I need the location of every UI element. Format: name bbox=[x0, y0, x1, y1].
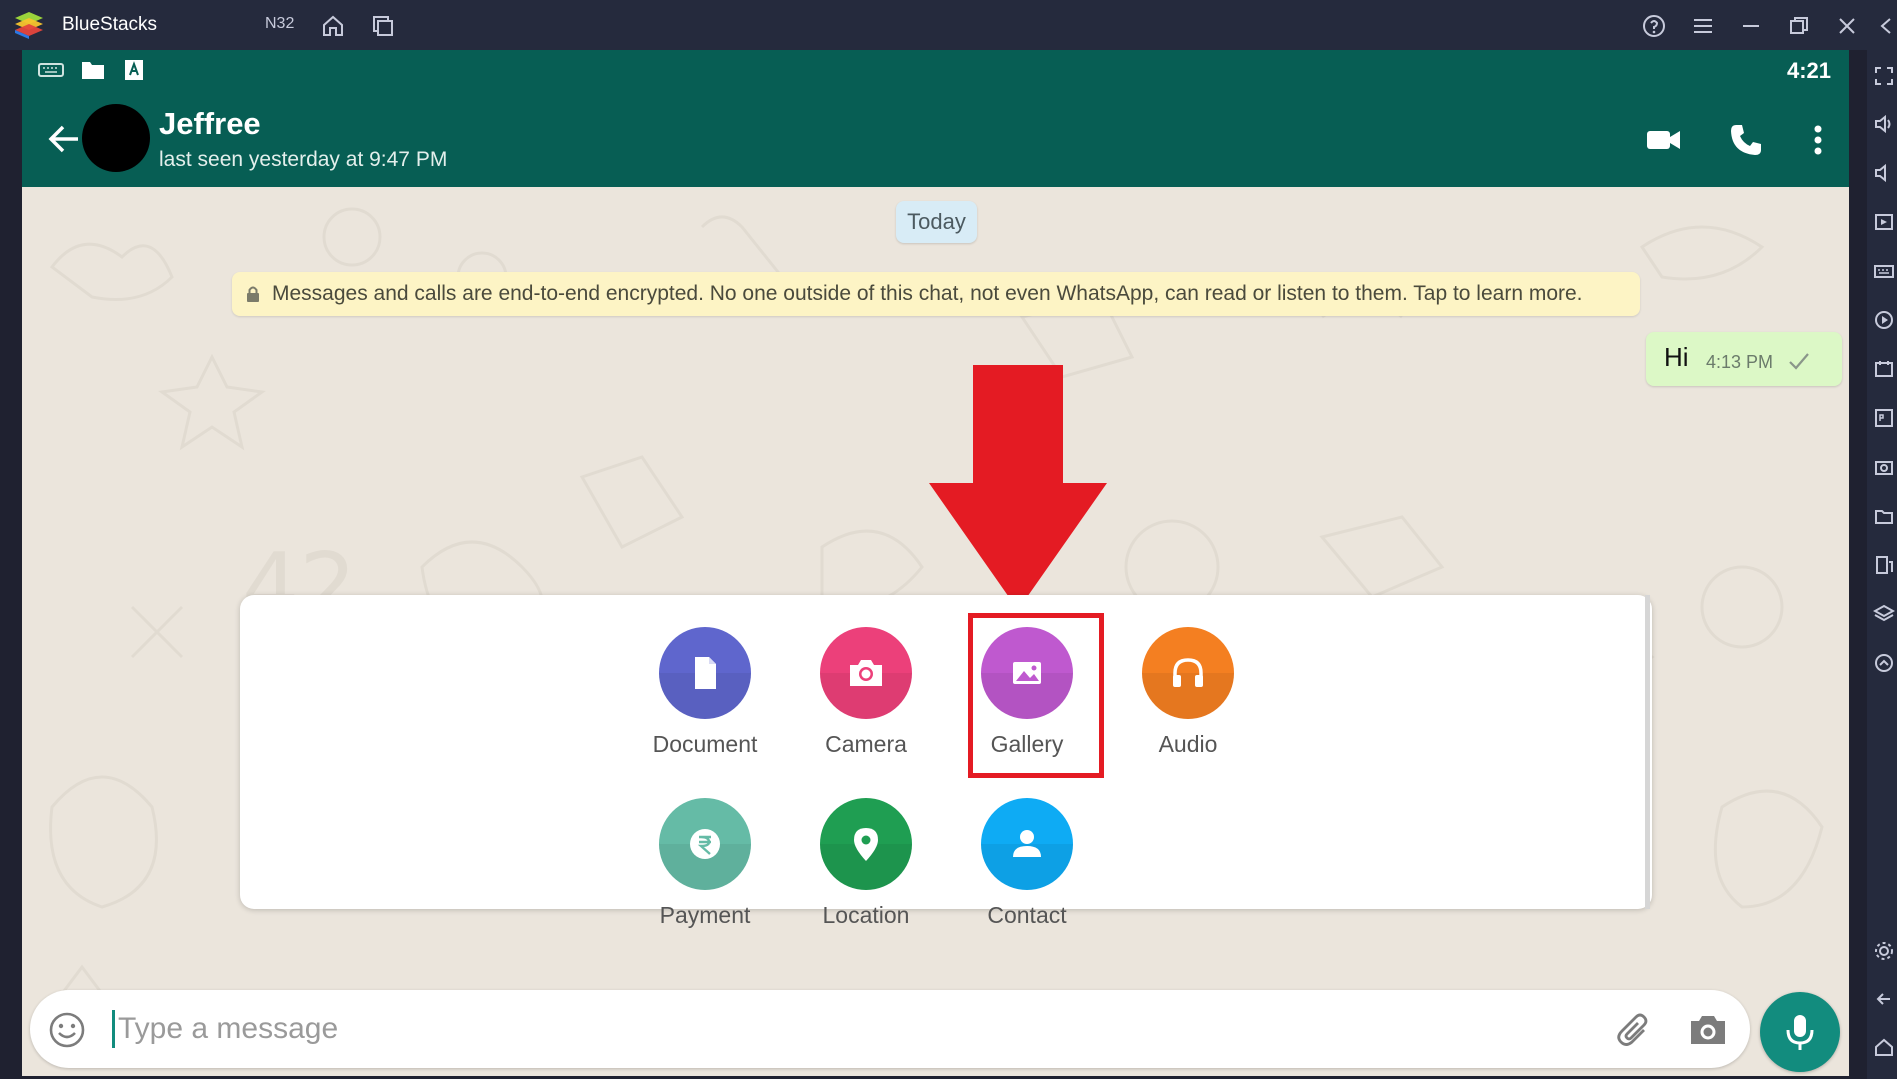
message-time: 4:13 PM bbox=[1706, 352, 1774, 372]
annotation-arrow-icon bbox=[929, 365, 1107, 610]
attach-location-button[interactable]: Location bbox=[796, 798, 936, 929]
document-icon bbox=[695, 657, 716, 689]
message-text: Hi bbox=[1664, 342, 1689, 372]
text-caret bbox=[112, 1010, 115, 1048]
attachment-menu: Document Camera Gallery Audio Payment Lo… bbox=[240, 595, 1652, 928]
camera-input-icon[interactable] bbox=[1688, 1012, 1728, 1048]
volume-up-icon[interactable] bbox=[1873, 113, 1895, 135]
document-circle[interactable] bbox=[659, 627, 751, 719]
microphone-icon bbox=[1786, 1015, 1814, 1050]
bluestacks-title: BlueStacks bbox=[62, 14, 158, 35]
volume-down-icon[interactable] bbox=[1873, 162, 1895, 184]
fullscreen-icon[interactable] bbox=[1873, 65, 1895, 87]
voice-call-icon[interactable] bbox=[1726, 120, 1766, 160]
layers-icon[interactable] bbox=[1873, 603, 1895, 625]
folder-icon[interactable] bbox=[1873, 505, 1895, 527]
encryption-notice[interactable]: Messages and calls are end-to-end encryp… bbox=[232, 272, 1640, 316]
rupee-icon bbox=[690, 829, 720, 859]
gallery-highlight-box bbox=[968, 613, 1104, 778]
contact-circle[interactable] bbox=[981, 798, 1073, 890]
avatar[interactable] bbox=[82, 104, 150, 172]
apk-icon[interactable] bbox=[1873, 407, 1895, 429]
attach-audio-button[interactable]: Audio bbox=[1118, 627, 1258, 758]
attach-clip-icon[interactable] bbox=[1614, 1010, 1654, 1050]
attach-label: Contact bbox=[987, 902, 1067, 928]
instance-label: N32 bbox=[265, 15, 295, 32]
app-status-icon bbox=[124, 59, 144, 81]
minimize-icon[interactable] bbox=[1738, 13, 1764, 39]
screenshot-icon[interactable] bbox=[1873, 456, 1895, 478]
bluestacks-logo-icon bbox=[12, 10, 46, 40]
last-seen-status: last seen yesterday at 9:47 PM bbox=[159, 148, 448, 171]
message-composer bbox=[30, 990, 1750, 1068]
keyboard-icon[interactable] bbox=[1873, 260, 1895, 282]
location-pin-icon bbox=[854, 828, 878, 861]
chat-header: Jeffree last seen yesterday at 9:47 PM bbox=[22, 90, 1849, 187]
attach-label: Camera bbox=[825, 731, 907, 757]
bluestacks-sidebar bbox=[1867, 50, 1897, 1079]
help-icon[interactable] bbox=[1641, 13, 1667, 39]
settings-icon[interactable] bbox=[1873, 940, 1895, 962]
camera-circle[interactable] bbox=[820, 627, 912, 719]
location-circle[interactable] bbox=[820, 798, 912, 890]
message-input[interactable] bbox=[118, 1006, 1218, 1052]
back-arrow-icon[interactable] bbox=[46, 122, 82, 156]
keyboard-status-icon bbox=[38, 62, 64, 78]
eco-mode-icon[interactable] bbox=[1873, 652, 1895, 674]
panel-scrollbar bbox=[1645, 595, 1650, 909]
outgoing-message[interactable]: Hi 4:13 PM bbox=[1646, 332, 1842, 386]
close-icon[interactable] bbox=[1834, 13, 1860, 39]
attach-label: Audio bbox=[1158, 731, 1218, 757]
bluestacks-titlebar: BlueStacks N32 bbox=[0, 0, 1897, 50]
home-icon[interactable] bbox=[320, 13, 346, 39]
more-options-icon[interactable] bbox=[1798, 120, 1838, 160]
headphones-icon bbox=[1173, 658, 1203, 687]
camera-icon bbox=[850, 660, 882, 686]
contact-name[interactable]: Jeffree bbox=[159, 106, 261, 142]
date-chip: Today bbox=[896, 201, 977, 243]
multi-instance-icon[interactable] bbox=[370, 13, 396, 39]
attach-camera-button[interactable]: Camera bbox=[796, 627, 936, 758]
media-manager-icon[interactable] bbox=[1873, 211, 1895, 233]
clock: 4:21 bbox=[1786, 58, 1831, 83]
attach-document-button[interactable]: Document bbox=[635, 627, 775, 758]
video-call-icon[interactable] bbox=[1644, 120, 1684, 160]
lock-icon bbox=[247, 286, 259, 302]
attach-payment-button[interactable]: Payment bbox=[635, 798, 775, 929]
sent-tick-icon bbox=[1789, 353, 1809, 370]
encryption-notice-text: Messages and calls are end-to-end encryp… bbox=[272, 282, 1583, 305]
audio-circle[interactable] bbox=[1142, 627, 1234, 719]
emoji-icon[interactable] bbox=[48, 1011, 86, 1049]
android-back-icon[interactable] bbox=[1873, 988, 1895, 1010]
macro-icon[interactable] bbox=[1873, 309, 1895, 331]
restore-icon[interactable] bbox=[1786, 13, 1812, 39]
android-home-icon[interactable] bbox=[1873, 1036, 1895, 1058]
payment-circle[interactable] bbox=[659, 798, 751, 890]
collapse-sidebar-icon[interactable] bbox=[1876, 13, 1897, 39]
attach-label: Payment bbox=[659, 902, 751, 928]
attach-contact-button[interactable]: Contact bbox=[957, 798, 1097, 929]
status-bar: 4:21 bbox=[22, 50, 1849, 90]
rotate-icon[interactable] bbox=[1873, 554, 1895, 576]
attach-label: Document bbox=[652, 731, 758, 757]
voice-message-button[interactable] bbox=[1760, 992, 1840, 1072]
android-screen: 4:21 Jeffree last seen yesterday at 9:47… bbox=[22, 50, 1849, 1076]
sd-card-status-icon bbox=[80, 59, 106, 81]
attach-label: Location bbox=[822, 902, 910, 928]
menu-icon[interactable] bbox=[1690, 13, 1716, 39]
install-apk-icon[interactable] bbox=[1873, 358, 1895, 380]
person-icon bbox=[1013, 830, 1041, 857]
